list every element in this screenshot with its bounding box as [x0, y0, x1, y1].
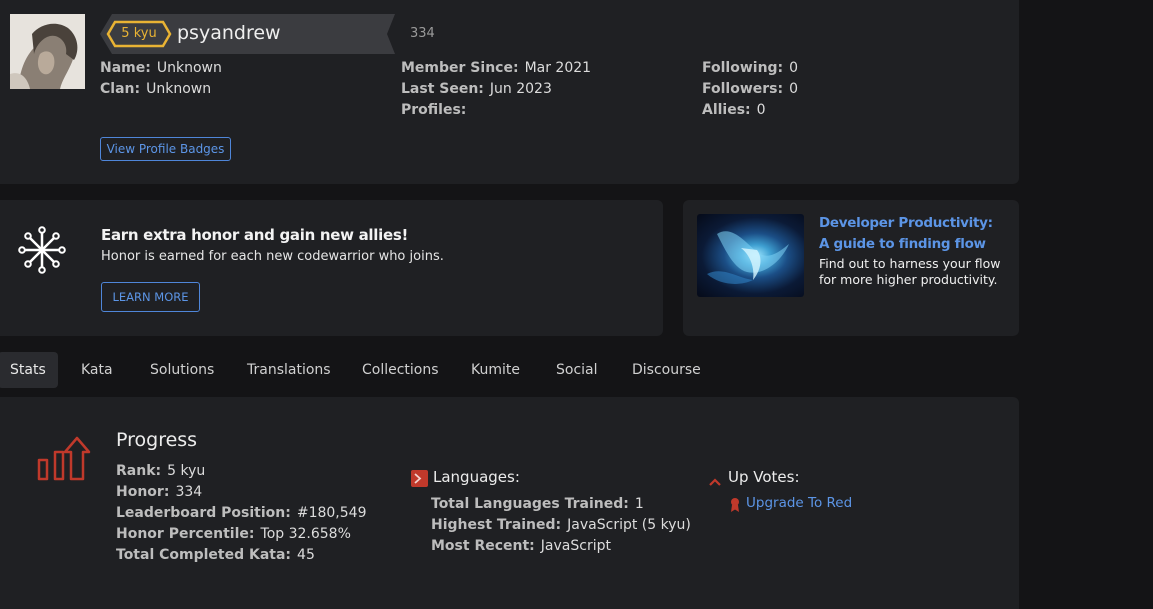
rank-badge: 5 kyu: [106, 20, 172, 48]
ad-title-link[interactable]: Developer Productivity: A guide to findi…: [819, 213, 999, 255]
member-since-value: Mar 2021: [524, 60, 592, 76]
chevron-up-icon: [708, 472, 722, 491]
honor-value: 334: [175, 484, 203, 500]
followers-label: Followers:: [702, 81, 784, 97]
honor-percentile-value: Top 32.658%: [260, 526, 351, 542]
learn-more-button[interactable]: LEARN MORE: [101, 282, 200, 312]
following-row: Following: 0: [702, 58, 798, 79]
award-ribbon-icon: [729, 497, 741, 517]
honor-percentile-label: Honor Percentile:: [116, 526, 255, 542]
referral-panel: [0, 200, 663, 336]
clan-label: Clan:: [100, 81, 141, 97]
highest-trained-row: Highest Trained: JavaScript (5 kyu): [431, 515, 691, 536]
completed-kata-label: Total Completed Kata:: [116, 547, 292, 563]
total-languages-label: Total Languages Trained:: [431, 496, 629, 512]
tab-translations[interactable]: Translations: [247, 352, 331, 388]
following-label: Following:: [702, 60, 784, 76]
profiles-label: Profiles:: [401, 102, 467, 118]
tab-stats[interactable]: Stats: [0, 352, 58, 388]
following-value: 0: [789, 60, 799, 76]
followers-value: 0: [789, 81, 799, 97]
referral-title: Earn extra honor and gain new allies!: [101, 226, 408, 244]
avatar[interactable]: [10, 14, 85, 89]
terminal-icon: [411, 470, 428, 487]
member-since-label: Member Since:: [401, 60, 519, 76]
languages-title: Languages:: [433, 468, 520, 486]
clan-row: Clan: Unknown: [100, 79, 211, 100]
ad-description: Find out to harness your flow for more h…: [819, 256, 1001, 287]
total-languages-value: 1: [634, 496, 644, 512]
honor-percentile-row: Honor Percentile: Top 32.658%: [116, 524, 351, 545]
ad-image[interactable]: [697, 214, 804, 297]
leaderboard-value: #180,549: [296, 505, 367, 521]
view-profile-badges-button[interactable]: View Profile Badges: [100, 137, 231, 161]
tab-discourse[interactable]: Discourse: [632, 352, 701, 388]
tab-collections[interactable]: Collections: [362, 352, 439, 388]
rank-badge-label: 5 kyu: [121, 26, 157, 41]
progress-chart-icon: [36, 434, 92, 488]
honor-row: Honor: 334: [116, 482, 202, 503]
clan-value: Unknown: [146, 81, 212, 97]
allies-label: Allies:: [702, 102, 751, 118]
username: psyandrew: [177, 22, 281, 44]
honor-label: Honor:: [116, 484, 170, 500]
name-label: Name:: [100, 60, 151, 76]
name-row: Name: Unknown: [100, 58, 222, 79]
honor-score: 334: [410, 26, 435, 41]
tab-kata[interactable]: Kata: [81, 352, 113, 388]
last-seen-row: Last Seen: Jun 2023: [401, 79, 552, 100]
allies-row: Allies: 0: [702, 100, 766, 121]
upvotes-title: Up Votes:: [728, 468, 800, 486]
rank-label: Rank:: [116, 463, 162, 479]
leaderboard-row: Leaderboard Position: #180,549: [116, 503, 366, 524]
highest-trained-label: Highest Trained:: [431, 517, 562, 533]
referral-description: Honor is earned for each new codewarrior…: [101, 249, 444, 264]
rank-row: Rank: 5 kyu: [116, 461, 205, 482]
progress-title: Progress: [116, 429, 198, 451]
tab-social[interactable]: Social: [556, 352, 598, 388]
profiles-row: Profiles:: [401, 100, 472, 121]
upgrade-to-red-link[interactable]: Upgrade To Red: [746, 495, 852, 511]
most-recent-label: Most Recent:: [431, 538, 535, 554]
total-languages-row: Total Languages Trained: 1: [431, 494, 644, 515]
member-since-row: Member Since: Mar 2021: [401, 58, 591, 79]
network-star-icon: [17, 225, 67, 279]
completed-kata-value: 45: [297, 547, 315, 563]
completed-kata-row: Total Completed Kata: 45: [116, 545, 315, 566]
last-seen-value: Jun 2023: [489, 81, 552, 97]
tab-solutions[interactable]: Solutions: [150, 352, 214, 388]
followers-row: Followers: 0: [702, 79, 798, 100]
last-seen-label: Last Seen:: [401, 81, 484, 97]
tab-kumite[interactable]: Kumite: [471, 352, 520, 388]
rank-value: 5 kyu: [167, 463, 206, 479]
highest-trained-value: JavaScript (5 kyu): [567, 517, 691, 533]
leaderboard-label: Leaderboard Position:: [116, 505, 291, 521]
most-recent-value: JavaScript: [540, 538, 611, 554]
name-value: Unknown: [156, 60, 222, 76]
allies-value: 0: [756, 102, 766, 118]
most-recent-row: Most Recent: JavaScript: [431, 536, 611, 557]
